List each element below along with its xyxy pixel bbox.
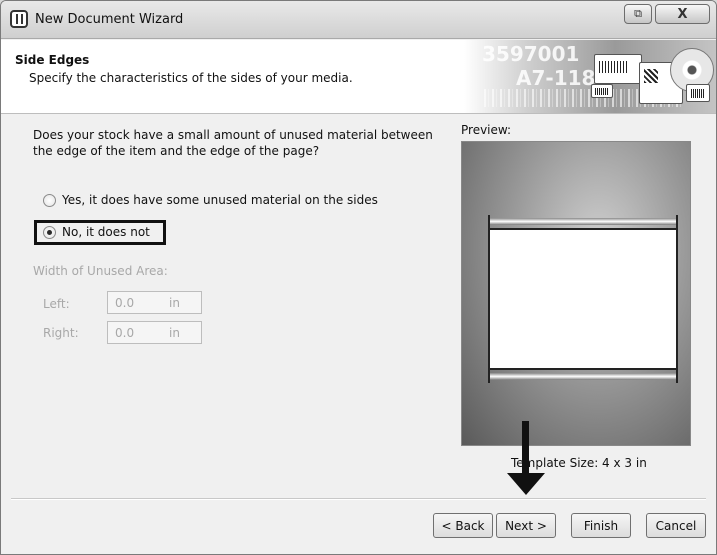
right-width-unit: in [169,325,180,340]
next-button[interactable]: Next > [496,513,556,538]
wizard-window: New Document Wizard ⧉ X Side Edges Speci… [0,0,717,555]
finish-button[interactable]: Finish [571,513,631,538]
step-title: Side Edges [15,53,90,67]
option-no-unused-material[interactable]: No, it does not [43,225,150,239]
option-label: No, it does not [62,225,150,239]
annotation-arrow-shaft [522,421,529,476]
cancel-button[interactable]: Cancel [646,513,706,538]
restore-button[interactable]: ⧉ [624,4,652,24]
header-banner-image: 3597001 A7-118 [464,40,716,113]
preview-label-shape [488,228,678,370]
preview-edge-marker [488,215,490,228]
option-yes-unused-material[interactable]: Yes, it does have some unused material o… [43,193,378,207]
left-label: Left: [43,297,70,311]
preview-pane [461,141,691,446]
preview-bottom-edge [488,373,678,380]
close-icon: X [677,6,688,22]
left-width-value: 0.0 [115,295,135,310]
wizard-header: Side Edges Specify the characteristics o… [1,40,716,114]
barcode-label-icon [594,54,642,84]
back-button[interactable]: < Back [433,513,493,538]
option-label: Yes, it does have some unused material o… [62,193,378,207]
preview-top-edge [488,218,678,225]
left-width-unit: in [169,295,180,310]
right-width-field[interactable]: 0.0 in [107,321,202,344]
app-icon [10,10,28,28]
window-title: New Document Wizard [35,12,184,27]
restore-icon: ⧉ [634,7,642,20]
step-subtitle: Specify the characteristics of the sides… [29,71,353,85]
annotation-arrow-down-icon [507,473,545,495]
footer-separator [11,498,706,500]
preview-label: Preview: [461,123,512,137]
right-width-value: 0.0 [115,325,135,340]
template-size-text: Template Size: 4 x 3 in [511,456,647,470]
close-button[interactable]: X [655,4,710,24]
radio-button[interactable] [43,193,56,207]
small-label-icon [591,84,613,98]
banner-text: A7-118 [516,66,596,90]
preview-edge-marker [488,370,490,383]
banner-text: 3597001 [482,42,580,66]
left-width-field[interactable]: 0.0 in [107,291,202,314]
side-edges-question: Does your stock have a small amount of u… [33,128,433,158]
preview-edge-marker [676,215,678,228]
preview-edge-marker [676,370,678,383]
small-label-icon [686,84,710,102]
unused-area-heading: Width of Unused Area: [33,264,168,278]
title-bar: New Document Wizard ⧉ X [1,1,716,39]
right-label: Right: [43,326,79,340]
radio-button-selected[interactable] [43,225,56,239]
